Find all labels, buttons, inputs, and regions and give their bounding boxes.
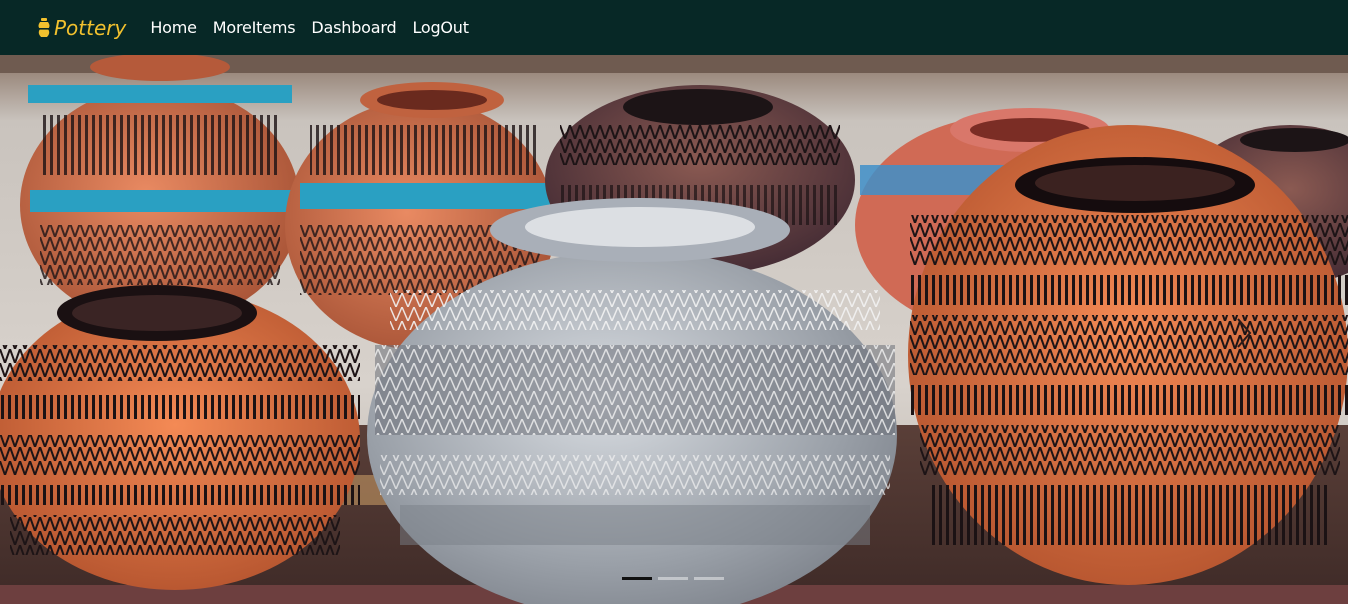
hero-carousel	[0, 55, 1348, 604]
carousel-slide-image	[0, 55, 1348, 604]
nav-link-logout[interactable]: LogOut	[412, 18, 469, 37]
navbar: Pottery Home MoreItems Dashboard LogOut	[0, 0, 1348, 55]
carousel-indicators	[622, 577, 724, 580]
nav-link-home[interactable]: Home	[150, 18, 197, 37]
carousel-next-button[interactable]	[1228, 313, 1258, 353]
brand-link[interactable]: Pottery	[37, 16, 126, 40]
carousel-indicator-3[interactable]	[694, 577, 724, 580]
brand-name: Pottery	[54, 15, 127, 40]
vase-icon	[38, 17, 50, 37]
carousel-indicator-2[interactable]	[658, 577, 688, 580]
nav-link-dashboard[interactable]: Dashboard	[311, 18, 396, 37]
nav-links: Home MoreItems Dashboard LogOut	[150, 18, 484, 37]
carousel-indicator-1[interactable]	[622, 577, 652, 580]
chevron-right-icon	[1237, 318, 1252, 348]
nav-link-more-items[interactable]: MoreItems	[213, 18, 296, 37]
